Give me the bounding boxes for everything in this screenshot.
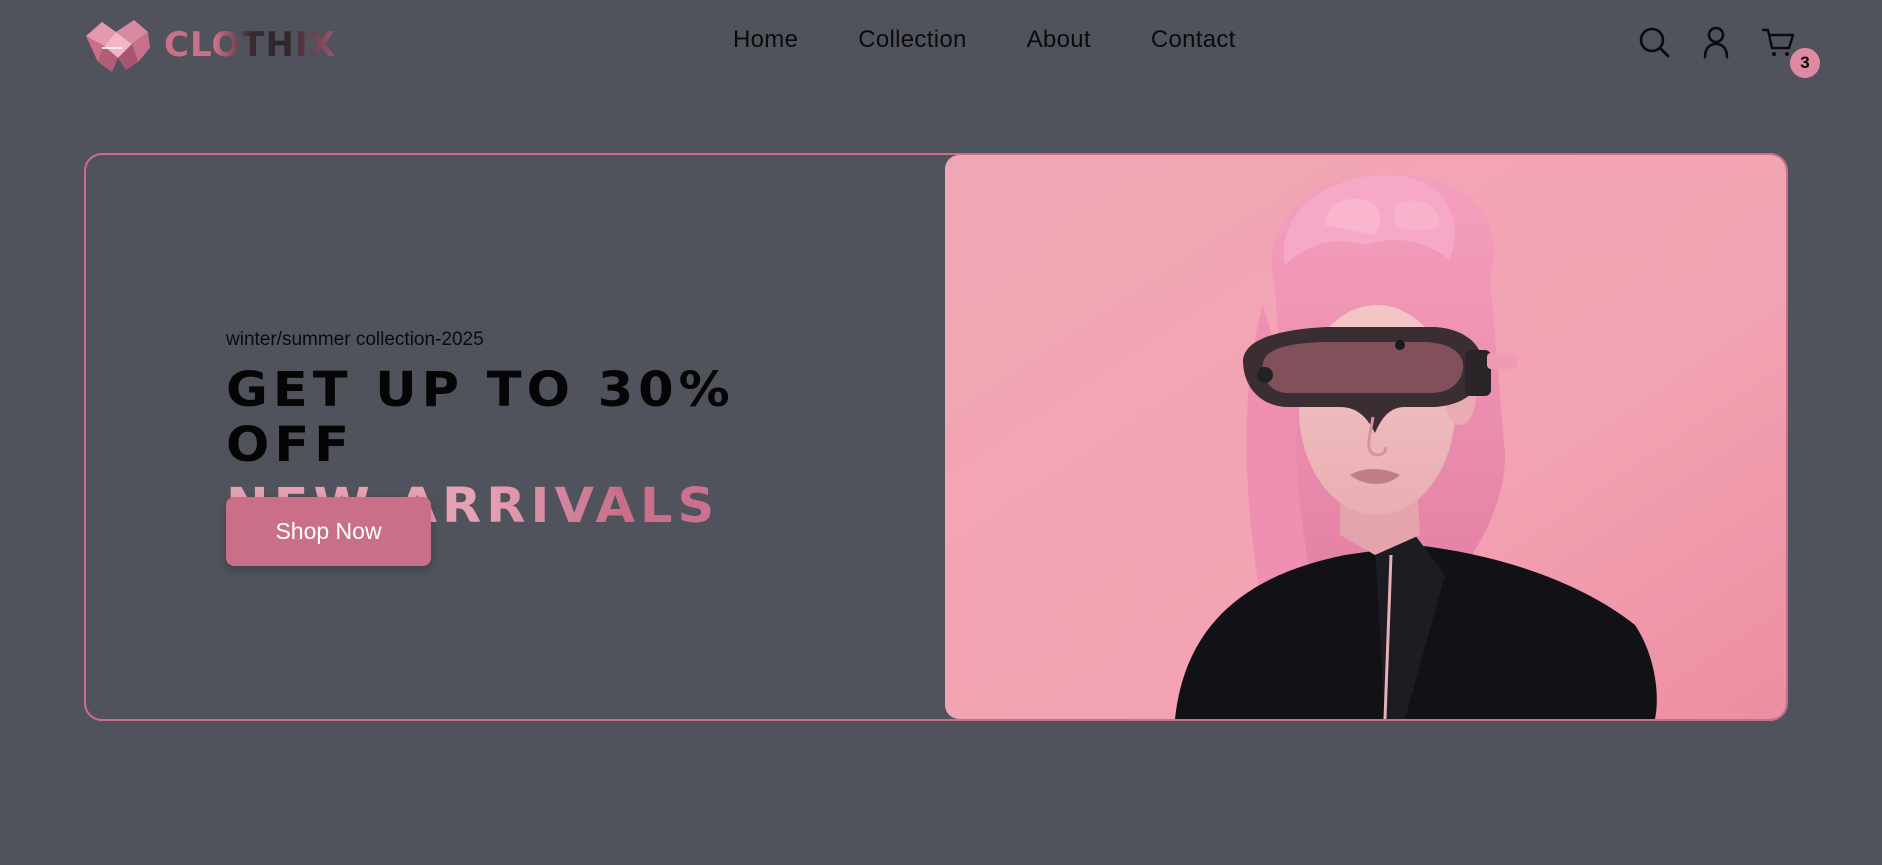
- brand-name: CLOTHIX: [164, 25, 336, 65]
- nav-collection-link[interactable]: Collection: [858, 26, 966, 54]
- cart-button[interactable]: 3: [1760, 24, 1820, 78]
- header-actions: 3: [1636, 24, 1820, 78]
- hero-subtitle: winter/summer collection-2025: [226, 329, 484, 350]
- hero-model-illustration: [945, 155, 1786, 719]
- nav-home-link[interactable]: Home: [733, 26, 798, 54]
- hero-headline: GET UP TO 30% OFF: [226, 362, 735, 474]
- search-button[interactable]: [1636, 24, 1672, 60]
- account-button[interactable]: [1698, 24, 1734, 60]
- main-nav: Home Collection About Contact: [733, 26, 1236, 54]
- origami-fox-logo-icon: [86, 20, 150, 72]
- site-header: CLOTHIX Home Collection About Contact 3: [0, 0, 1882, 90]
- nav-contact-link[interactable]: Contact: [1151, 26, 1236, 54]
- brand-logo[interactable]: CLOTHIX: [82, 18, 336, 72]
- cart-count-badge: 3: [1790, 48, 1820, 78]
- search-icon: [1639, 27, 1670, 58]
- hero-image: [945, 155, 1786, 719]
- nav-about-link[interactable]: About: [1027, 26, 1091, 54]
- user-icon: [1703, 26, 1729, 59]
- cart-icon: [1761, 28, 1795, 56]
- hero-banner: winter/summer collection-2025 GET UP TO …: [84, 153, 1788, 721]
- shop-now-button[interactable]: Shop Now: [226, 497, 431, 566]
